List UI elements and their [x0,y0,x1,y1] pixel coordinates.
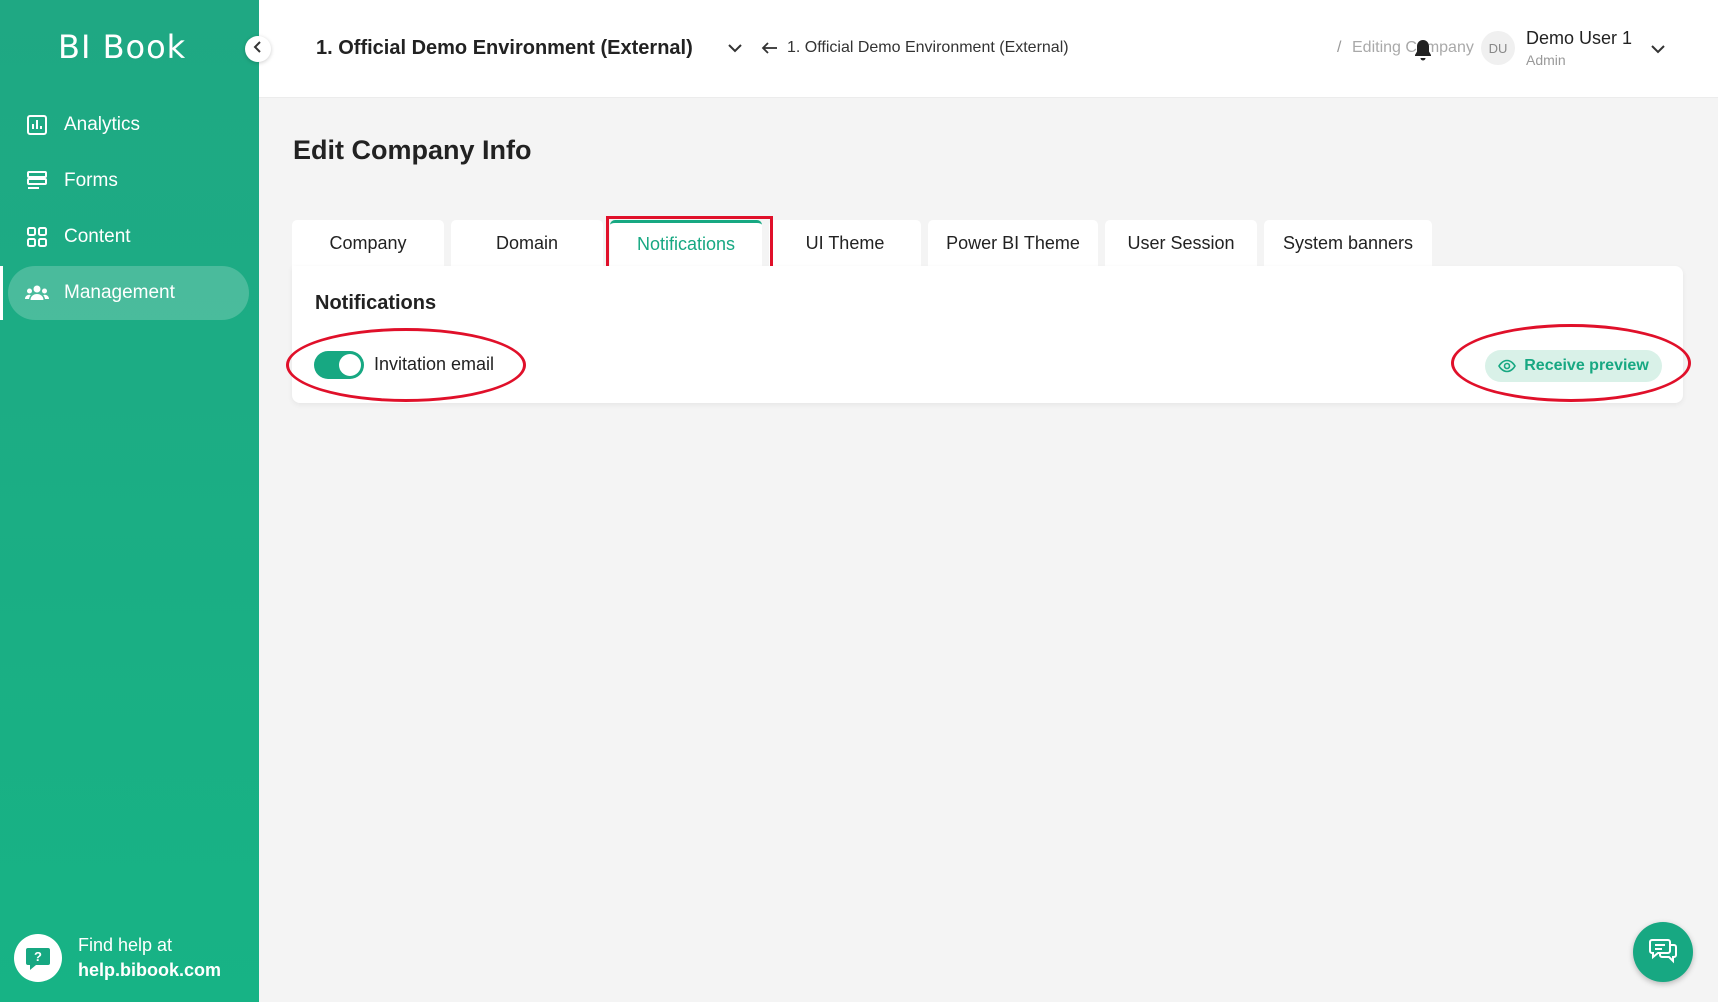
chevron-down-icon[interactable] [1650,41,1666,62]
sidebar-item-management[interactable]: Management [0,266,249,320]
tab-domain[interactable]: Domain [451,220,603,266]
chat-icon [1648,936,1678,969]
tab-bar: Company Domain Notifications UI Theme Po… [292,220,1439,266]
chat-button[interactable] [1633,922,1693,982]
tab-company[interactable]: Company [292,220,444,266]
chevron-down-icon[interactable] [727,40,743,61]
tab-power-bi-theme[interactable]: Power BI Theme [928,220,1098,266]
help-line-1: Find help at [78,935,173,955]
tab-user-session[interactable]: User Session [1105,220,1257,266]
user-name[interactable]: Demo User 1 [1526,28,1632,49]
sidebar-item-forms[interactable]: Forms [8,154,249,208]
highlight-ellipse-toggle [286,328,526,402]
sidebar: BI Book Analytics Forms Content Manageme… [0,0,259,1002]
avatar[interactable]: DU [1481,31,1515,65]
help-link[interactable]: ? Find help at help.bibook.com [14,934,221,982]
sidebar-item-analytics[interactable]: Analytics [8,98,249,152]
sidebar-item-label: Analytics [64,114,141,135]
tab-ui-theme[interactable]: UI Theme [769,220,921,266]
management-icon [24,280,50,306]
environment-selector[interactable]: 1. Official Demo Environment (External) [316,37,693,60]
analytics-icon [24,112,50,138]
sidebar-collapse-button[interactable] [245,36,271,62]
user-role: Admin [1526,52,1566,68]
chevron-left-icon [251,40,265,59]
sidebar-item-label: Forms [64,170,118,191]
breadcrumb-parent[interactable]: 1. Official Demo Environment (External) [787,39,1069,57]
help-line-2[interactable]: help.bibook.com [78,960,221,981]
sidebar-item-label: Content [64,226,131,247]
highlight-ellipse-preview [1451,324,1691,402]
bell-icon[interactable] [1412,38,1434,67]
sidebar-item-content[interactable]: Content [8,210,249,264]
help-icon: ? [14,934,62,982]
tab-highlight-box [606,216,773,273]
tab-system-banners[interactable]: System banners [1264,220,1432,266]
content-icon [24,224,50,250]
panel-title: Notifications [315,292,437,314]
sidebar-item-label: Management [64,282,175,303]
app-logo: BI Book [58,28,187,66]
sidebar-nav: Analytics Forms Content Management [0,98,259,322]
top-header: 1. Official Demo Environment (External) … [259,0,1718,98]
forms-icon [24,168,50,194]
page-title: Edit Company Info [293,135,532,165]
help-text: Find help at help.bibook.com [78,935,221,981]
svg-text:?: ? [34,949,42,964]
breadcrumb-separator: / [1337,39,1342,56]
back-arrow-icon[interactable] [761,39,779,62]
